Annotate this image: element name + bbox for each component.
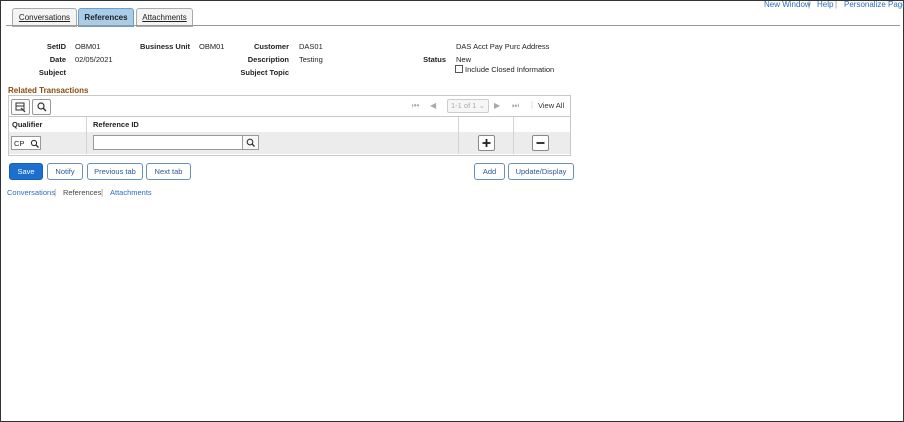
description-value: Testing bbox=[299, 55, 323, 64]
customer-value: DAS01 bbox=[299, 42, 323, 51]
previous-page-icon[interactable]: ◀ bbox=[430, 101, 436, 110]
include-closed-label: Include Closed Information bbox=[465, 65, 555, 74]
qualifier-column-header: Qualifier bbox=[12, 120, 43, 129]
setid-value: OBM01 bbox=[75, 42, 101, 51]
related-transactions-grid: ⏮ ◀ 1-1 of 1 ⌄ ▶ ⏭ | View All Qualifier … bbox=[8, 95, 571, 156]
column-divider bbox=[513, 132, 514, 154]
customer-name: DAS Acct Pay Purc Address bbox=[456, 42, 550, 51]
window-frame bbox=[0, 0, 904, 422]
customer-label: Customer bbox=[253, 42, 289, 51]
related-transactions-title: Related Transactions bbox=[8, 86, 89, 95]
include-closed-checkbox[interactable] bbox=[455, 65, 463, 73]
new-window-link[interactable]: New Window bbox=[764, 0, 811, 9]
date-label: Date bbox=[49, 55, 66, 64]
grid-header-row: Qualifier Reference ID bbox=[9, 116, 570, 133]
tab-label: Conversations bbox=[18, 13, 71, 22]
qualifier-value: CP bbox=[14, 139, 25, 148]
setid-label: SetID bbox=[46, 42, 66, 51]
help-link[interactable]: Help bbox=[817, 0, 833, 9]
grid-settings-icon bbox=[15, 102, 26, 113]
personalize-grid-button[interactable] bbox=[11, 99, 30, 115]
bottom-link-separator: | bbox=[101, 188, 104, 197]
next-page-icon[interactable]: ▶ bbox=[494, 101, 500, 110]
view-all-link[interactable]: View All bbox=[538, 101, 564, 110]
business-unit-value: OBM01 bbox=[199, 42, 225, 51]
business-unit-label: Business Unit bbox=[139, 42, 190, 51]
reference-id-column-header: Reference ID bbox=[93, 120, 139, 129]
add-row-button[interactable] bbox=[478, 135, 495, 151]
pagination-select[interactable]: 1-1 of 1 ⌄ bbox=[447, 99, 489, 113]
date-value: 02/05/2021 bbox=[75, 55, 113, 64]
first-page-icon[interactable]: ⏮ bbox=[412, 101, 419, 111]
personalize-page-link[interactable]: Personalize Page bbox=[844, 0, 904, 9]
column-divider bbox=[458, 132, 459, 154]
search-icon bbox=[37, 102, 47, 112]
bottom-link-separator: | bbox=[54, 188, 57, 197]
column-divider bbox=[513, 117, 514, 132]
next-tab-button[interactable]: Next tab bbox=[146, 163, 191, 180]
attachments-link[interactable]: Attachments bbox=[110, 188, 152, 197]
view-all-separator: | bbox=[531, 100, 534, 109]
add-button[interactable]: Add bbox=[474, 163, 505, 180]
save-button[interactable]: Save bbox=[9, 163, 43, 180]
status-value: New bbox=[456, 55, 472, 64]
tab-divider bbox=[6, 25, 900, 26]
subject-label: Subject bbox=[38, 68, 66, 77]
find-in-grid-button[interactable] bbox=[32, 99, 51, 115]
description-label: Description bbox=[247, 55, 289, 64]
reference-id-lookup-button[interactable] bbox=[242, 135, 259, 150]
top-link-separator: | bbox=[808, 0, 811, 9]
column-divider bbox=[86, 117, 87, 132]
plus-icon bbox=[482, 139, 491, 147]
pagination-value: 1-1 of 1 bbox=[451, 101, 477, 110]
top-link-separator: | bbox=[835, 0, 838, 9]
search-icon bbox=[246, 138, 255, 147]
references-current: References bbox=[63, 188, 102, 197]
update-display-button[interactable]: Update/Display bbox=[508, 163, 574, 180]
table-row: CP bbox=[9, 132, 570, 154]
status-label: Status bbox=[423, 55, 446, 64]
chevron-down-icon: ⌄ bbox=[478, 101, 485, 110]
notify-button[interactable]: Notify bbox=[47, 163, 83, 180]
column-divider bbox=[86, 132, 87, 154]
reference-id-input[interactable] bbox=[93, 135, 243, 150]
previous-tab-button[interactable]: Previous tab bbox=[87, 163, 143, 180]
search-icon[interactable] bbox=[30, 139, 39, 148]
tab-label: References bbox=[84, 13, 128, 22]
delete-row-button[interactable] bbox=[532, 135, 549, 151]
conversations-link[interactable]: Conversations bbox=[7, 188, 55, 197]
last-page-icon[interactable]: ⏭ bbox=[512, 101, 519, 111]
tab-label: Attachments bbox=[142, 13, 187, 22]
column-divider bbox=[458, 117, 459, 132]
qualifier-field[interactable]: CP bbox=[11, 136, 41, 150]
minus-icon bbox=[536, 142, 545, 144]
subject-topic-label: Subject Topic bbox=[240, 68, 289, 77]
